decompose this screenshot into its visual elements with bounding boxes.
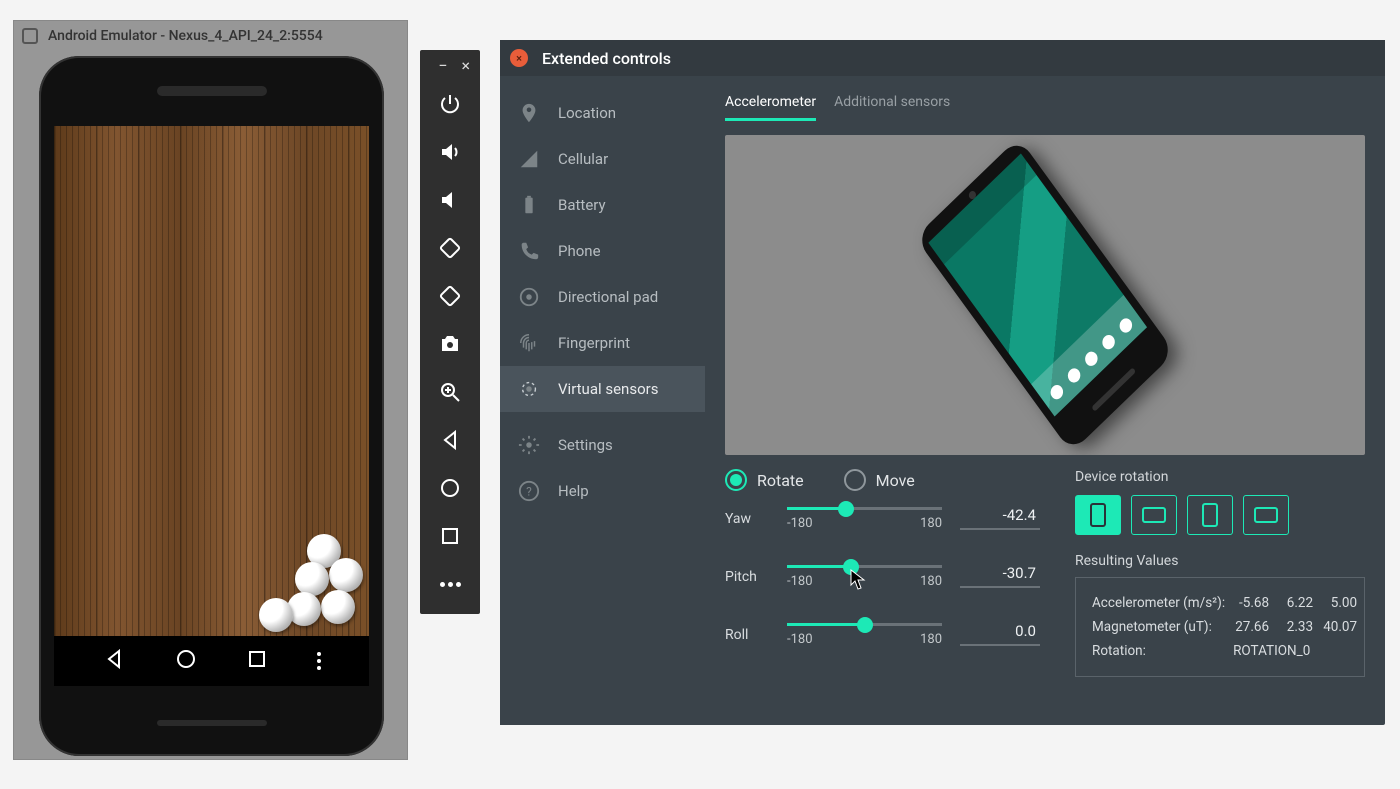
ext-titlebar[interactable]: × Extended controls (500, 40, 1385, 76)
device-frame (39, 56, 384, 756)
tab-accelerometer[interactable]: Accelerometer (725, 94, 816, 121)
nav-home-icon[interactable] (174, 647, 198, 675)
pitch-slider[interactable]: -180180 (787, 565, 942, 589)
ball (321, 590, 355, 624)
accel-z: 5.00 (1321, 592, 1363, 614)
app-icon (22, 28, 38, 44)
ext-sidebar: Location Cellular Battery Phone Directio… (500, 76, 705, 725)
sidebar-item-fingerprint[interactable]: Fingerprint (500, 320, 705, 366)
back-icon[interactable] (420, 416, 480, 464)
rotate-left-icon[interactable] (420, 224, 480, 272)
mode-rotate-radio[interactable]: Rotate (725, 469, 804, 491)
sidebar-item-label: Location (558, 104, 616, 122)
rotate-right-icon[interactable] (420, 272, 480, 320)
sidebar-item-settings[interactable]: Settings (500, 422, 705, 468)
sensor-tabs: Accelerometer Additional sensors (725, 94, 1365, 121)
sidebar-item-phone[interactable]: Phone (500, 228, 705, 274)
earpiece (157, 86, 267, 96)
close-icon[interactable]: × (510, 49, 528, 67)
rotation-270-button[interactable] (1243, 495, 1289, 535)
screenshot-icon[interactable] (420, 320, 480, 368)
sidebar-item-virtual-sensors[interactable]: Virtual sensors (500, 366, 705, 412)
more-icon[interactable] (420, 560, 480, 608)
volume-down-icon[interactable] (420, 176, 480, 224)
minimize-button[interactable]: − (438, 56, 447, 75)
device-3d-model[interactable] (915, 137, 1175, 452)
resulting-values-box: Accelerometer (m/s²): -5.68 6.22 5.00 Ma… (1075, 577, 1365, 677)
resulting-values-label: Resulting Values (1075, 553, 1365, 569)
nav-recents-icon[interactable] (245, 647, 269, 675)
rotation-90-button[interactable] (1131, 495, 1177, 535)
power-icon[interactable] (420, 80, 480, 128)
roll-label: Roll (725, 627, 769, 643)
extended-controls-window: × Extended controls Location Cellular Ba… (500, 40, 1385, 725)
mag-x: 27.66 (1233, 616, 1275, 638)
sidebar-item-label: Directional pad (558, 288, 658, 306)
device-screen[interactable] (54, 126, 369, 686)
sidebar-item-label: Cellular (558, 150, 608, 168)
roll-value-input[interactable]: 0.0 (960, 644, 1040, 646)
sidebar-item-battery[interactable]: Battery (500, 182, 705, 228)
accel-label: Accelerometer (m/s²): (1092, 592, 1231, 614)
sidebar-item-label: Settings (558, 436, 613, 454)
accel-x: -5.68 (1233, 592, 1275, 614)
sidebar-item-label: Fingerprint (558, 334, 630, 352)
rotation-value: ROTATION_0 (1233, 640, 1363, 662)
sidebar-item-cellular[interactable]: Cellular (500, 136, 705, 182)
ext-title: Extended controls (542, 49, 671, 68)
mode-move-radio[interactable]: Move (844, 469, 915, 491)
speaker (157, 720, 267, 726)
svg-text:?: ? (526, 485, 532, 499)
sidebar-item-label: Virtual sensors (558, 380, 658, 398)
sidebar-item-label: Help (558, 482, 589, 500)
mag-z: 40.07 (1321, 616, 1363, 638)
accel-y: 6.22 (1277, 592, 1319, 614)
device-rotation-label: Device rotation (1075, 469, 1365, 485)
volume-up-icon[interactable] (420, 128, 480, 176)
zoom-icon[interactable] (420, 368, 480, 416)
sidebar-item-help[interactable]: ? Help (500, 468, 705, 514)
rotation-label: Rotation: (1092, 640, 1231, 662)
roll-slider[interactable]: -180180 (787, 623, 942, 647)
yaw-slider[interactable]: -180180 (787, 507, 942, 531)
emulator-title: Android Emulator - Nexus_4_API_24_2:5554 (48, 28, 323, 44)
roll-row: Roll -180180 0.0 (725, 623, 1055, 647)
emulator-window: Android Emulator - Nexus_4_API_24_2:5554 (13, 20, 408, 760)
ball (329, 558, 363, 592)
pitch-row: Pitch -180180 -30.7 (725, 565, 1055, 589)
rotation-0-button[interactable] (1075, 495, 1121, 535)
android-navbar (54, 636, 369, 686)
pitch-value-input[interactable]: -30.7 (960, 586, 1040, 588)
ext-main: Accelerometer Additional sensors Rotate (705, 76, 1385, 725)
emulator-toolbar: − × (420, 50, 480, 614)
device-3d-preview[interactable] (725, 135, 1365, 455)
radio-label: Rotate (757, 471, 804, 490)
sidebar-item-location[interactable]: Location (500, 90, 705, 136)
sidebar-item-dpad[interactable]: Directional pad (500, 274, 705, 320)
pitch-label: Pitch (725, 569, 769, 585)
yaw-value-input[interactable]: -42.4 (960, 528, 1040, 530)
emulator-titlebar[interactable]: Android Emulator - Nexus_4_API_24_2:5554 (14, 21, 407, 51)
close-button[interactable]: × (461, 56, 470, 75)
sidebar-item-label: Battery (558, 196, 606, 214)
home-icon[interactable] (420, 464, 480, 512)
nav-back-icon[interactable] (102, 647, 126, 675)
mag-label: Magnetometer (uT): (1092, 616, 1231, 638)
ball (259, 598, 293, 632)
yaw-label: Yaw (725, 511, 769, 527)
ball (295, 562, 329, 596)
radio-label: Move (876, 471, 915, 490)
rotation-180-button[interactable] (1187, 495, 1233, 535)
mag-y: 2.33 (1277, 616, 1319, 638)
yaw-row: Yaw -180180 -42.4 (725, 507, 1055, 531)
sidebar-item-label: Phone (558, 242, 601, 260)
overview-icon[interactable] (420, 512, 480, 560)
tab-additional-sensors[interactable]: Additional sensors (834, 94, 950, 121)
nav-menu-icon[interactable] (317, 652, 321, 670)
